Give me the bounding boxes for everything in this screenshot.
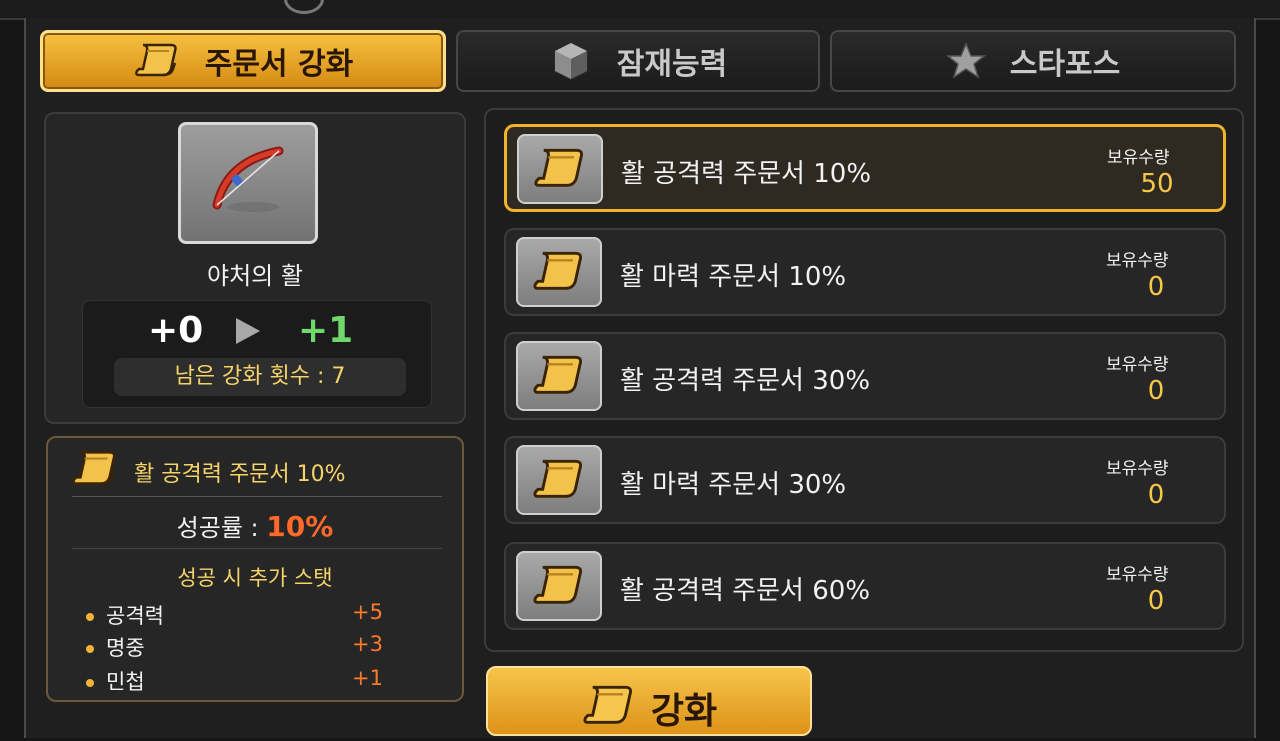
tab-scroll-enhance[interactable]: 주문서 강화 — [40, 30, 446, 92]
bullet-icon — [86, 679, 94, 687]
success-rate: 성공률 : 10% — [46, 508, 464, 543]
success-rate-label: 성공률 : — [176, 514, 259, 542]
owned-count: 0 — [1147, 272, 1165, 302]
scroll-list-item[interactable]: 활 공격력 주문서 60% 보유수량 0 — [504, 542, 1226, 630]
scroll-icon — [516, 445, 602, 515]
owned-count: 50 — [1140, 169, 1174, 199]
scroll-icon — [133, 39, 181, 83]
tab-starforce[interactable]: 스타포스 — [830, 30, 1236, 92]
scroll-icon — [516, 551, 602, 621]
owned-count: 0 — [1147, 480, 1165, 510]
scroll-list-item[interactable]: 활 마력 주문서 30% 보유수량 0 — [504, 436, 1226, 524]
scroll-name: 활 공격력 주문서 60% — [620, 576, 871, 606]
stat-row-dex: 민첩 +1 — [86, 666, 386, 694]
star-icon — [945, 41, 986, 81]
scroll-name: 활 마력 주문서 10% — [620, 262, 847, 292]
stat-value: +5 — [352, 600, 383, 624]
enhance-button-label: 강화 — [650, 691, 718, 732]
stat-value: +3 — [352, 632, 383, 656]
tab-potential-label: 잠재능력 — [616, 47, 728, 82]
stat-name: 민첩 — [106, 670, 145, 694]
tab-scroll-enhance-label: 주문서 강화 — [204, 47, 354, 82]
stat-name: 명중 — [106, 636, 145, 660]
owned-label: 보유수량 — [1106, 355, 1169, 375]
stat-name: 공격력 — [106, 604, 164, 628]
enhance-button[interactable]: 강화 — [486, 666, 812, 736]
tab-starforce-label: 스타포스 — [1009, 47, 1121, 82]
next-level: +1 — [298, 310, 354, 351]
scroll-icon — [70, 446, 120, 496]
owned-label: 보유수량 — [1106, 565, 1169, 585]
help-icon[interactable] — [284, 0, 324, 14]
scroll-icon — [581, 680, 637, 741]
bonus-stat-title: 성공 시 추가 스탯 — [177, 566, 333, 590]
owned-label: 보유수량 — [1107, 148, 1170, 168]
bow-icon — [203, 141, 293, 225]
arrow-right-icon — [236, 318, 260, 344]
owned-count: 0 — [1147, 376, 1165, 406]
scroll-icon — [516, 341, 602, 411]
item-slot[interactable] — [178, 122, 318, 244]
scroll-list-item[interactable]: 활 마력 주문서 10% 보유수량 0 — [504, 228, 1226, 316]
tab-potential[interactable]: 잠재능력 — [456, 30, 820, 92]
owned-label: 보유수량 — [1106, 251, 1169, 271]
stat-row-attack: 공격력 +5 — [86, 600, 386, 628]
current-level: +0 — [148, 310, 204, 351]
window-title-bar — [0, 0, 1280, 20]
bullet-icon — [86, 645, 94, 653]
scroll-name: 활 공격력 주문서 10% — [621, 159, 872, 189]
scroll-icon — [517, 134, 603, 204]
owned-label: 보유수량 — [1106, 459, 1169, 479]
selected-scroll-name: 활 공격력 주문서 10% — [134, 462, 346, 487]
stat-value: +1 — [352, 666, 383, 690]
cube-icon — [549, 39, 593, 83]
scroll-list-item[interactable]: 활 공격력 주문서 30% 보유수량 0 — [504, 332, 1226, 420]
scroll-name: 활 공격력 주문서 30% — [620, 366, 871, 396]
divider — [72, 496, 442, 497]
stat-row-accuracy: 명중 +3 — [86, 632, 386, 660]
remaining-upgrades: 남은 강화 횟수 : 7 — [114, 358, 406, 396]
scroll-name: 활 마력 주문서 30% — [620, 470, 847, 500]
item-name: 야처의 활 — [207, 262, 303, 290]
divider — [72, 548, 442, 549]
success-rate-value: 10% — [266, 510, 334, 543]
scroll-list-item[interactable]: 활 공격력 주문서 10% 보유수량 50 — [504, 124, 1226, 212]
bullet-icon — [86, 613, 94, 621]
scroll-icon — [516, 237, 602, 307]
owned-count: 0 — [1147, 586, 1165, 616]
